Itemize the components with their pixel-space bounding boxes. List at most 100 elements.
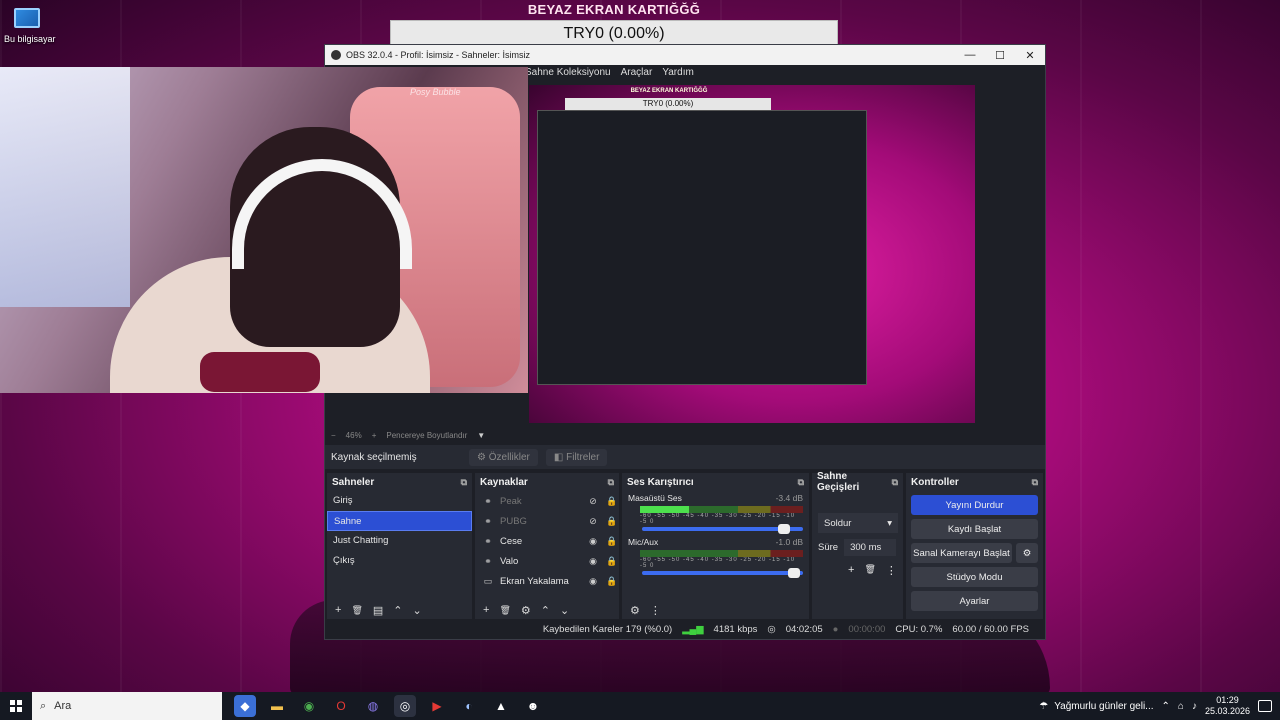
undock-icon[interactable]: ⧉ [892, 477, 898, 488]
duration-input[interactable]: 300 ms [844, 539, 897, 556]
menu-tools[interactable]: Araçlar [621, 67, 653, 78]
preview-canvas[interactable]: BEYAZ EKRAN KARTIĞĞĞ TRY0 (0.00%) [529, 85, 975, 423]
lock-icon[interactable]: 🔒 [605, 516, 619, 527]
chair-brand: Posy Bubble [410, 87, 461, 97]
minimize-button[interactable]: — [955, 49, 985, 61]
fit-to-window-label[interactable]: Pencereye Boyutlandır [386, 431, 467, 440]
no-source-label: Kaynak seçilmemiş [331, 451, 417, 463]
undock-icon[interactable]: ⧉ [608, 477, 614, 488]
start-recording-button[interactable]: Kaydı Başlat [911, 519, 1038, 539]
scene-filter-button[interactable]: ▤ [373, 604, 383, 617]
source-item[interactable]: ⚭ Valo ◉ 🔒 [475, 551, 619, 571]
settings-button[interactable]: Ayarlar [911, 591, 1038, 611]
move-down-button[interactable]: ⌄ [560, 604, 569, 617]
source-label: PUBG [500, 515, 527, 527]
remove-source-button[interactable]: 🗑 [499, 605, 510, 616]
volume-icon[interactable]: ♪ [1192, 701, 1197, 712]
properties-button[interactable]: ⚙ Özellikler [469, 448, 538, 466]
advanced-audio-button[interactable]: ⚙ [630, 604, 640, 617]
eye-off-icon[interactable]: ⊘ [586, 496, 600, 507]
mixer-dock: Ses Karıştırıcı ⧉ Masaüstü Ses -3.4 dB -60… [622, 473, 809, 621]
chevron-down-icon[interactable]: ▼ [477, 431, 485, 440]
scene-item-just-chatting[interactable]: Just Chatting [327, 531, 472, 551]
game-icon[interactable]: ▲ [490, 695, 512, 717]
menu-help[interactable]: Yardım [662, 67, 694, 78]
slider-handle[interactable] [787, 568, 800, 578]
move-down-button[interactable]: ⌄ [413, 604, 422, 617]
maximize-button[interactable]: ☐ [985, 49, 1015, 62]
chrome-icon[interactable]: ◉ [298, 695, 320, 717]
volume-slider[interactable] [642, 524, 803, 534]
steam-icon[interactable]: ◐ [458, 695, 480, 717]
mixer-menu-button[interactable]: ⋮ [650, 604, 661, 617]
taskbar: ⌕ Ara ◆ ▬ ◉ O ◍ ◎ ▶ ◐ ▲ ☻ ☂ Yağmurlu gün… [0, 692, 1280, 720]
studio-mode-button[interactable]: Stüdyo Modu [911, 567, 1038, 587]
eye-off-icon[interactable]: ⊘ [586, 516, 600, 527]
menu-scene-collection[interactable]: Sahne Koleksiyonu [525, 67, 611, 78]
zoom-out-button[interactable]: − [331, 431, 336, 440]
close-button[interactable]: ✕ [1015, 49, 1045, 62]
source-item[interactable]: ▭ Ekran Yakalama ◉ 🔒 [475, 571, 619, 591]
stop-streaming-button[interactable]: Yayını Durdur [911, 495, 1038, 515]
gear-icon[interactable]: ⚙ [1016, 543, 1038, 563]
source-settings-button[interactable]: ⚙ [521, 604, 531, 617]
lock-icon[interactable]: 🔒 [605, 556, 619, 567]
zoom-in-button[interactable]: + [372, 431, 377, 440]
scene-item-cikis[interactable]: Çıkış [327, 551, 472, 571]
webcam-pc-case [0, 67, 130, 307]
lock-icon[interactable]: 🔒 [605, 496, 619, 507]
opera-icon[interactable]: O [330, 695, 352, 717]
cpu-usage: CPU: 0.7% [895, 623, 943, 635]
taskbar-search[interactable]: ⌕ Ara [32, 692, 222, 720]
source-item[interactable]: ⚭ Cese ◉ 🔒 [475, 531, 619, 551]
sources-title: Kaynaklar [480, 476, 528, 488]
file-explorer-icon[interactable]: ▬ [266, 695, 288, 717]
obs-taskbar-icon[interactable]: ◎ [394, 695, 416, 717]
lock-icon[interactable]: 🔒 [605, 576, 619, 587]
add-source-button[interactable]: + [483, 604, 489, 616]
notification-icon[interactable] [1258, 700, 1272, 712]
eye-icon[interactable]: ◉ [586, 576, 600, 587]
weather-widget[interactable]: ☂ Yağmurlu günler geli... [1039, 701, 1153, 712]
preview-banner-title: BEYAZ EKRAN KARTIĞĞĞ [630, 88, 708, 94]
meter-scale: -60 -55 -50 -45 -40 -35 -30 -25 -20 -15 … [640, 557, 796, 569]
undock-icon[interactable]: ⧉ [1032, 477, 1038, 488]
record-icon: ● [832, 623, 839, 635]
move-up-button[interactable]: ⌃ [393, 604, 402, 617]
slider-handle[interactable] [778, 524, 791, 534]
chevron-up-icon[interactable]: ⌃ [1162, 701, 1170, 712]
undock-icon[interactable]: ⧉ [461, 477, 467, 488]
lock-icon[interactable]: 🔒 [605, 536, 619, 547]
eye-icon[interactable]: ◉ [586, 536, 600, 547]
source-label: Valo [500, 555, 519, 567]
discord-icon[interactable]: ◍ [362, 695, 384, 717]
source-label: Ekran Yakalama [500, 575, 569, 587]
app-icon[interactable]: ☻ [522, 695, 544, 717]
transition-menu-button[interactable]: ⋮ [886, 564, 897, 577]
desktop-icon-this-pc[interactable]: Bu bilgisayar [4, 8, 56, 45]
undock-icon[interactable]: ⧉ [798, 477, 804, 488]
start-virtual-camera-button[interactable]: Sanal Kamerayı Başlat [911, 543, 1012, 563]
title-bar[interactable]: OBS 32.0.4 - Profil: İsimsiz - Sahneler:… [325, 45, 1045, 65]
eye-icon[interactable]: ◉ [586, 556, 600, 567]
volume-slider[interactable] [642, 568, 803, 578]
network-icon[interactable]: ⌂ [1178, 701, 1184, 712]
filters-button[interactable]: ◧ Filtreler [545, 448, 608, 466]
add-scene-button[interactable]: + [335, 604, 341, 616]
remove-transition-button[interactable]: 🗑 [864, 564, 875, 577]
link-icon: ⚭ [484, 555, 492, 566]
move-up-button[interactable]: ⌃ [541, 604, 550, 617]
start-button[interactable] [0, 692, 32, 720]
transition-select[interactable]: Soldur ▾ [818, 513, 898, 533]
media-player-icon[interactable]: ▶ [426, 695, 448, 717]
source-item[interactable]: ⚭ Peak ⊘ 🔒 [475, 491, 619, 511]
scene-item-giris[interactable]: Giriş [327, 491, 472, 511]
copilot-icon[interactable]: ◆ [234, 695, 256, 717]
source-item[interactable]: ⚭ PUBG ⊘ 🔒 [475, 511, 619, 531]
remove-scene-button[interactable]: 🗑 [351, 605, 362, 616]
windows-icon [10, 700, 22, 712]
scenes-title: Sahneler [332, 476, 375, 488]
scene-item-sahne[interactable]: Sahne [327, 511, 472, 531]
clock[interactable]: 01:29 25.03.2026 [1205, 695, 1250, 717]
add-transition-button[interactable]: + [848, 564, 854, 577]
